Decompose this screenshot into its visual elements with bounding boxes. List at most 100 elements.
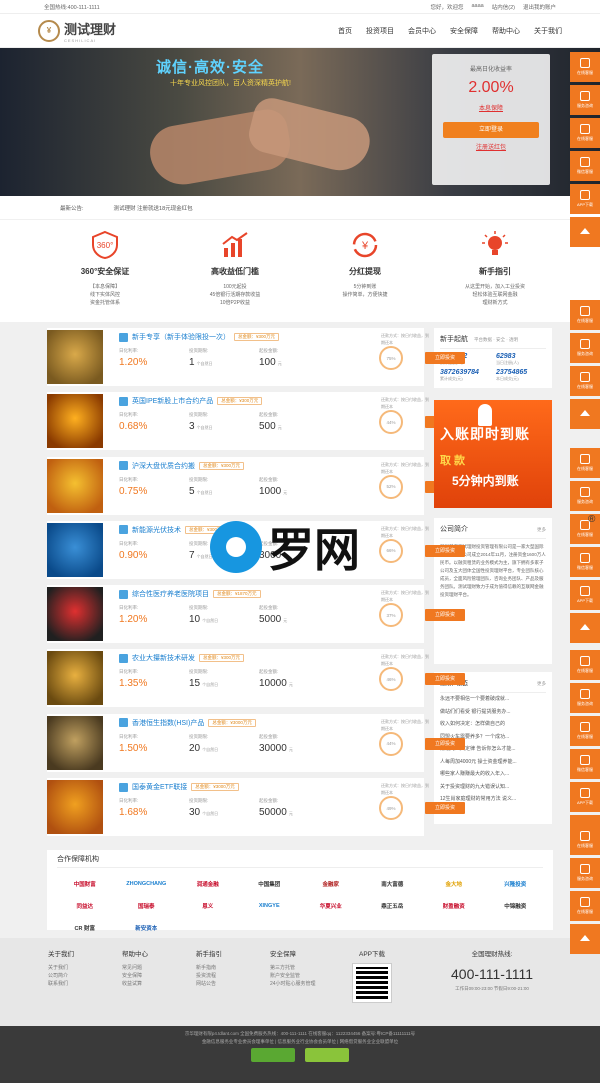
product-card[interactable]: 国泰黄金ETF联接 总金额：¥3000万元 日化利率: 投资期限: 起投金额: …	[47, 778, 465, 837]
logo[interactable]: ¥ 测试理财 CESHILICAI	[38, 19, 116, 43]
cert-badge[interactable]	[305, 1048, 349, 1062]
invest-button[interactable]: 立即投资	[425, 609, 465, 622]
news-item[interactable]: 永远不要相信一个要着破成就...	[440, 693, 546, 706]
side-button[interactable]: 服务咨询	[570, 333, 600, 363]
login-button[interactable]: 立即登录	[443, 122, 539, 138]
product-image[interactable]	[47, 522, 103, 577]
footer-link[interactable]: 账户安全监管	[270, 972, 328, 980]
nav-security[interactable]: 安全保障	[450, 26, 478, 36]
product-card[interactable]: 农业大攥新技术研发 总金额：¥300万元 日化利率: 投资期限: 起投金额: 1…	[47, 649, 465, 708]
nav-projects[interactable]: 投资项目	[366, 26, 394, 36]
product-image[interactable]	[47, 330, 103, 384]
footer-link[interactable]: 常见问题	[122, 964, 180, 972]
product-title[interactable]: 新手专享（新手体验限投一次）	[132, 332, 230, 342]
partner-logo[interactable]: 金大地	[426, 878, 482, 890]
product-title[interactable]: 沪深大盘优质合约搬	[132, 461, 195, 471]
product-card[interactable]: 新手专享（新手体验限投一次） 总金额：¥300万元 日化利率: 投资期限: 起投…	[47, 328, 465, 386]
news-more-link[interactable]: 更多	[537, 681, 546, 687]
partner-logo[interactable]: 华夏兴业	[303, 900, 359, 912]
partner-logo[interactable]: XINGYE	[242, 900, 298, 912]
side-button[interactable]: 在线客服	[570, 366, 600, 396]
partner-logo[interactable]: 新安资本	[119, 922, 175, 934]
partner-logo[interactable]: 中锦融资	[488, 900, 544, 912]
product-card[interactable]: 香港恒生指数(HSI)产品 总金额：¥3000万元 日化利率: 投资期限: 起投…	[47, 713, 465, 772]
product-image[interactable]	[47, 458, 103, 513]
news-item[interactable]: 做站们们看受 银行提货服务办...	[440, 706, 546, 719]
side-button[interactable]: 在线客服	[570, 52, 600, 82]
company-more-link[interactable]: 更多	[537, 527, 546, 533]
footer-link[interactable]: 公司简介	[48, 972, 106, 980]
product-title[interactable]: 新能源光伏技术	[132, 525, 181, 535]
side-button[interactable]: 在线客服	[570, 514, 600, 544]
product-card[interactable]: 英国IPE新股上市合约产品 总金额：¥300万元 日化利率: 投资期限: 起投金…	[47, 392, 465, 451]
footer-link[interactable]: 收益试算	[122, 980, 180, 988]
side-button[interactable]: 在线客服	[570, 118, 600, 148]
feature-guide[interactable]: 新手指引 从这里开始，加入工业投资 轻松体验互联网金融 理财新方式	[445, 230, 545, 322]
invest-button[interactable]: 立即投资	[425, 737, 465, 750]
logout-link[interactable]: 退出我的账户	[523, 3, 556, 11]
footer-link[interactable]: 投资流程	[196, 972, 254, 980]
side-button[interactable]: 在线客服	[570, 300, 600, 330]
partner-logo[interactable]: 国瑞泰	[119, 900, 175, 912]
back-to-top-button[interactable]	[570, 399, 600, 429]
product-image[interactable]	[47, 780, 103, 835]
guarantee-link[interactable]: 本息保障	[432, 103, 550, 112]
product-image[interactable]	[47, 587, 103, 642]
promo-ad[interactable]: 入账即时到账 取 款 5分钟内到账	[434, 400, 552, 508]
product-image[interactable]	[47, 394, 103, 449]
partner-logo[interactable]: 鼎正五岳	[365, 900, 421, 912]
side-button[interactable]: 服务咨询	[570, 858, 600, 888]
product-title[interactable]: 综合性医疗养老医院项目	[132, 589, 209, 599]
partner-logo[interactable]: 润通金融	[180, 878, 236, 890]
side-button[interactable]: 服务咨询	[570, 481, 600, 511]
footer-link[interactable]: 联系我们	[48, 980, 106, 988]
partner-logo[interactable]: 中国财富	[57, 878, 113, 890]
footer-link[interactable]: 24小时贴心服务管理	[270, 980, 328, 988]
invest-button[interactable]: 立即投资	[425, 802, 465, 815]
invest-button[interactable]: 立即投资	[425, 544, 465, 557]
side-button[interactable]: 在线客服	[570, 448, 600, 478]
footer-link[interactable]: 关于我们	[48, 964, 106, 972]
back-to-top-button[interactable]	[570, 217, 600, 247]
side-button[interactable]: 在线客服	[570, 825, 600, 855]
invest-button[interactable]: 立即投资	[425, 673, 465, 686]
messages-link[interactable]: 站内信(2)	[492, 3, 515, 11]
footer-link[interactable]: 安全保障	[122, 972, 180, 980]
partner-logo[interactable]: 中国集团	[242, 878, 298, 890]
side-button[interactable]: 微信客服	[570, 547, 600, 577]
news-item[interactable]: 哪些家人赚赚最大的收入年入...	[440, 768, 546, 781]
partner-logo[interactable]: 兴隆投资	[488, 878, 544, 890]
back-to-top-button[interactable]	[570, 613, 600, 643]
nav-home[interactable]: 首页	[338, 26, 352, 36]
partner-logo[interactable]: 金融家	[303, 878, 359, 890]
partner-logo[interactable]: 财盈融资	[426, 900, 482, 912]
invest-button[interactable]: 立即投资	[425, 352, 465, 364]
side-button[interactable]: 微信客服	[570, 749, 600, 779]
feature-yield[interactable]: 高收益低门槛 100元起投 45倍银行活期存款收益 10倍P2P收益	[185, 230, 285, 322]
product-card[interactable]: 综合性医疗养老医院项目 总金额：¥1870万元 日化利率: 投资期限: 起投金额…	[47, 585, 465, 644]
partner-logo[interactable]: ZHONGCHANG	[119, 878, 175, 890]
side-button[interactable]: APP下载	[570, 184, 600, 214]
partner-logo[interactable]: 南大富德	[365, 878, 421, 890]
nav-help[interactable]: 帮助中心	[492, 26, 520, 36]
product-image[interactable]	[47, 651, 103, 706]
side-button[interactable]: 服务咨询	[570, 85, 600, 115]
product-title[interactable]: 农业大攥新技术研发	[132, 653, 195, 663]
product-card[interactable]: 沪深大盘优质合约搬 总金额：¥300万元 日化利率: 投资期限: 起投金额: 0…	[47, 456, 465, 515]
username-link[interactable]: aaaa	[472, 3, 484, 11]
footer-link[interactable]: 第三方托管	[270, 964, 328, 972]
side-button[interactable]: 在线客服	[570, 650, 600, 680]
notice-text[interactable]: 测试理财 注册就送18元现金红包	[114, 204, 193, 212]
footer-link[interactable]: 新手指南	[196, 964, 254, 972]
news-item[interactable]: 收入如何决定：怎样做自己的	[440, 718, 546, 731]
partner-logo[interactable]: 恩义	[180, 900, 236, 912]
app-download[interactable]: APP下载	[342, 948, 402, 1026]
partner-logo[interactable]: 同益达	[57, 900, 113, 912]
back-to-top-button[interactable]	[570, 924, 600, 954]
product-title[interactable]: 国泰黄金ETF联接	[132, 782, 187, 792]
product-image[interactable]	[47, 715, 103, 770]
feature-withdraw[interactable]: ¥ 分红提现 5分钟到账 操作简单，方便快捷	[315, 230, 415, 322]
side-button[interactable]: 微信客服	[570, 151, 600, 181]
side-button[interactable]: APP下载	[570, 580, 600, 610]
nav-member[interactable]: 会员中心	[408, 26, 436, 36]
